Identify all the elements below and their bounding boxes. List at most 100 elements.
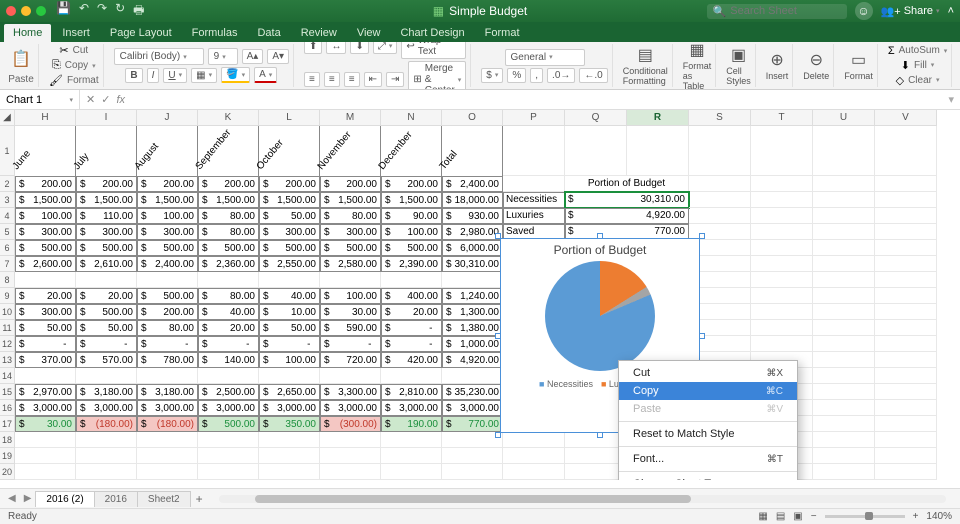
cell[interactable]: $3,000.00 — [320, 400, 381, 416]
cell[interactable]: $780.00 — [137, 352, 198, 368]
cell[interactable]: $500.00 — [198, 240, 259, 256]
cell[interactable]: $590.00 — [320, 320, 381, 336]
zoom-out-button[interactable]: − — [811, 511, 817, 522]
cell[interactable]: $1,500.00 — [320, 192, 381, 208]
cell[interactable]: $110.00 — [76, 208, 137, 224]
col-header-O[interactable]: O — [442, 110, 503, 126]
window-maximize-button[interactable] — [36, 6, 46, 16]
cell[interactable]: $90.00 — [381, 208, 442, 224]
cell[interactable]: $80.00 — [198, 224, 259, 240]
paste-button[interactable]: 📋 — [8, 46, 34, 72]
sheet-tab[interactable]: 2016 (2) — [35, 491, 94, 507]
cell[interactable]: $30,310.00 — [442, 256, 503, 272]
decrease-indent-button[interactable]: ⇤ — [364, 72, 382, 87]
cell[interactable]: $100.00 — [137, 208, 198, 224]
cell[interactable] — [320, 272, 381, 288]
ribbon-tab-review[interactable]: Review — [292, 24, 346, 42]
cell[interactable]: $1,500.00 — [15, 192, 76, 208]
side-value[interactable]: $30,310.00 — [565, 192, 689, 208]
cell[interactable]: $50.00 — [76, 320, 137, 336]
cell[interactable] — [381, 272, 442, 288]
delete-cells-button[interactable]: ⊖Delete — [803, 50, 829, 81]
increase-decimal-button[interactable]: .0→ — [547, 68, 575, 83]
cell[interactable]: $200.00 — [320, 176, 381, 192]
cell[interactable]: $20.00 — [15, 288, 76, 304]
cell[interactable] — [15, 368, 76, 384]
redo-icon[interactable]: ↷ — [97, 1, 107, 22]
row-header-9[interactable]: 9 — [0, 288, 15, 304]
row-header-20[interactable]: 20 — [0, 464, 15, 480]
name-box[interactable]: Chart 1 ▾ — [0, 90, 80, 109]
side-label[interactable]: Luxuries — [503, 208, 565, 224]
pie-chart[interactable] — [545, 261, 655, 371]
row-header-10[interactable]: 10 — [0, 304, 15, 320]
cell[interactable]: $80.00 — [198, 288, 259, 304]
cell[interactable]: $1,300.00 — [442, 304, 503, 320]
cell[interactable]: $2,360.00 — [198, 256, 259, 272]
cell[interactable]: $3,300.00 — [320, 384, 381, 400]
row-header-8[interactable]: 8 — [0, 272, 15, 288]
copy-icon[interactable]: ⎘ — [52, 59, 61, 72]
row-header-6[interactable]: 6 — [0, 240, 15, 256]
cell[interactable]: $370.00 — [15, 352, 76, 368]
shrink-font-button[interactable]: A▾ — [267, 49, 289, 64]
cell[interactable] — [442, 368, 503, 384]
sheet-nav-next[interactable]: ▶ — [20, 493, 36, 504]
number-format-select[interactable]: General▾ — [505, 49, 585, 66]
increase-indent-button[interactable]: ⇥ — [386, 72, 404, 87]
cell[interactable]: $300.00 — [320, 224, 381, 240]
user-avatar[interactable]: ☺ — [855, 2, 873, 20]
cell[interactable]: $- — [76, 336, 137, 352]
row-header-11[interactable]: 11 — [0, 320, 15, 336]
bold-button[interactable]: B — [125, 68, 142, 83]
horizontal-scrollbar[interactable] — [219, 495, 946, 503]
cell[interactable]: $200.00 — [137, 304, 198, 320]
cell[interactable]: $500.00 — [198, 416, 259, 432]
orientation-button[interactable]: ⤢▾ — [373, 42, 398, 54]
ribbon-collapse-icon[interactable]: ˄ — [948, 5, 954, 17]
col-header-L[interactable]: L — [259, 110, 320, 126]
ctx-reset-to-match-style[interactable]: Reset to Match Style — [619, 425, 797, 443]
cell[interactable]: $6,000.00 — [442, 240, 503, 256]
cell[interactable]: $1,500.00 — [381, 192, 442, 208]
cell[interactable]: $100.00 — [259, 352, 320, 368]
col-header-M[interactable]: M — [320, 110, 381, 126]
sheet-tab[interactable]: 2016 — [94, 491, 138, 507]
cell[interactable]: $1,500.00 — [137, 192, 198, 208]
select-all-corner[interactable]: ◢ — [0, 110, 15, 126]
cell[interactable]: $2,810.00 — [381, 384, 442, 400]
cell[interactable]: $1,500.00 — [198, 192, 259, 208]
row-header-14[interactable]: 14 — [0, 368, 15, 384]
font-color-button[interactable]: A▾ — [254, 67, 277, 83]
cell[interactable]: $- — [320, 336, 381, 352]
cell[interactable]: $500.00 — [137, 288, 198, 304]
cell[interactable]: $200.00 — [259, 176, 320, 192]
cell[interactable]: $140.00 — [198, 352, 259, 368]
ribbon-tab-view[interactable]: View — [348, 24, 390, 42]
col-header-N[interactable]: N — [381, 110, 442, 126]
cell[interactable]: $200.00 — [137, 176, 198, 192]
fx-label[interactable]: fx — [116, 94, 125, 106]
cell[interactable]: $1,500.00 — [259, 192, 320, 208]
cell[interactable]: $300.00 — [15, 304, 76, 320]
col-header-H[interactable]: H — [15, 110, 76, 126]
ribbon-tab-formulas[interactable]: Formulas — [183, 24, 247, 42]
cell[interactable]: $500.00 — [381, 240, 442, 256]
cell[interactable]: $20.00 — [198, 320, 259, 336]
cell[interactable]: $500.00 — [137, 240, 198, 256]
cell[interactable]: $(300.00) — [320, 416, 381, 432]
cell[interactable]: $- — [259, 336, 320, 352]
cell[interactable]: $200.00 — [198, 176, 259, 192]
col-header-I[interactable]: I — [76, 110, 137, 126]
cell[interactable]: $200.00 — [381, 176, 442, 192]
cell[interactable]: $190.00 — [381, 416, 442, 432]
cell[interactable] — [76, 272, 137, 288]
ctx-change-chart-type[interactable]: Change Chart Type▶ — [619, 475, 797, 480]
ribbon-tab-home[interactable]: Home — [4, 24, 51, 42]
cell[interactable]: $- — [381, 336, 442, 352]
format-as-table-button[interactable]: ▦Format as Table — [683, 42, 712, 90]
view-break-icon[interactable]: ▣ — [793, 511, 802, 522]
ribbon-tab-insert[interactable]: Insert — [53, 24, 99, 42]
zoom-level[interactable]: 140% — [926, 511, 952, 522]
cell[interactable]: $18,000.00 — [442, 192, 503, 208]
